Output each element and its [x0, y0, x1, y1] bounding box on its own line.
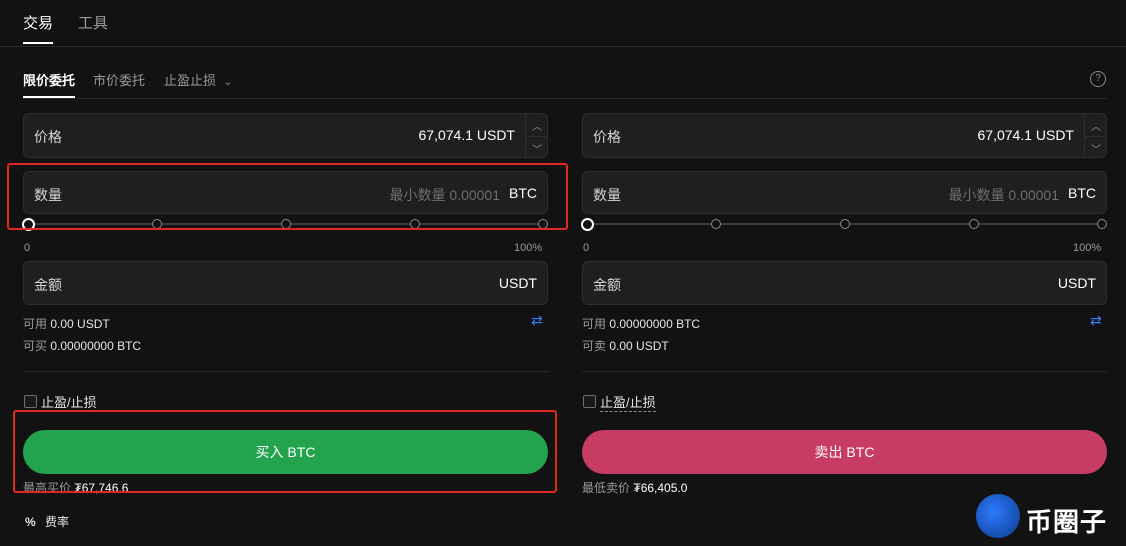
buy-price-unit: USDT	[476, 127, 515, 143]
sell-can-sell-label: 可卖	[582, 339, 607, 353]
sell-price-value: 67,074.1	[977, 127, 1033, 143]
buy-amount-label: 金额	[34, 277, 62, 293]
sell-slider-min: 0	[583, 242, 590, 254]
tab-trade[interactable]: 交易	[23, 12, 53, 33]
sell-best-price: 最低卖价 ₮66,405.0	[582, 479, 687, 496]
buy-price-value: 67,074.1	[418, 127, 474, 143]
sell-amount-label: 金额	[593, 277, 621, 293]
buy-amount-unit: USDT	[498, 275, 537, 291]
chevron-down-icon[interactable]: ﹀	[526, 137, 548, 159]
sell-tpsl-label[interactable]: 止盈/止损	[600, 392, 656, 412]
sell-amount-unit: USDT	[1057, 275, 1096, 291]
sell-best-price-value: ₮66,405.0	[633, 481, 688, 495]
buy-tpsl-label[interactable]: 止盈/止损	[41, 392, 97, 412]
sell-can-sell-value: 0.00 USDT	[609, 339, 669, 353]
sell-available-value: 0.00000000 BTC	[609, 317, 701, 331]
sell-quantity-unit: BTC	[1068, 185, 1096, 201]
buy-slider-min: 0	[24, 242, 31, 254]
sell-can-sell: 可卖 0.00 USDT	[582, 337, 669, 354]
highlight-box-buy	[13, 410, 557, 493]
sell-quantity-placeholder: 最小数量 0.00001	[948, 187, 1060, 203]
chevron-up-icon[interactable]: ︿	[1085, 114, 1107, 137]
sell-amount-field[interactable]: 金额 USDT	[582, 261, 1107, 305]
sell-available: 可用 0.00000000 BTC	[582, 315, 700, 332]
buy-tpsl-checkbox[interactable]	[24, 395, 37, 408]
top-tab-bar	[0, 0, 1126, 47]
buy-can-buy-label: 可买	[23, 339, 48, 353]
sell-divider	[582, 371, 1107, 372]
sell-available-label: 可用	[582, 317, 607, 331]
buy-slider-max: 100%	[514, 242, 543, 254]
fee-rate[interactable]: % 费率	[25, 513, 69, 530]
chevron-down-icon: ⌄	[223, 77, 233, 88]
buy-available-value: 0.00 USDT	[50, 317, 110, 331]
tab-limit-order[interactable]: 限价委托	[23, 70, 75, 89]
tab-trade-underline	[23, 42, 53, 44]
sell-tpsl-checkbox[interactable]	[583, 395, 596, 408]
sub-tab-divider	[23, 98, 1107, 99]
chevron-down-icon[interactable]: ﹀	[1085, 137, 1107, 159]
buy-available: 可用 0.00 USDT	[23, 315, 110, 332]
help-icon[interactable]: ?	[1090, 71, 1106, 87]
buy-price-stepper[interactable]: ︿ ﹀	[525, 114, 548, 159]
sell-price-stepper[interactable]: ︿ ﹀	[1084, 114, 1107, 159]
highlight-box-quantity	[7, 163, 568, 230]
chevron-up-icon[interactable]: ︿	[526, 114, 548, 137]
tab-tools[interactable]: 工具	[78, 12, 108, 33]
percent-icon: %	[25, 515, 36, 529]
tab-tpsl-order[interactable]: 止盈止损 ⌄	[164, 70, 232, 89]
sell-best-price-label: 最低卖价	[582, 481, 631, 495]
sell-button[interactable]: 卖出 BTC	[582, 430, 1107, 474]
buy-can-buy: 可买 0.00000000 BTC	[23, 337, 141, 354]
fee-rate-label: 费率	[45, 515, 70, 529]
watermark-text: 币圈子	[1026, 507, 1108, 537]
sell-quantity-label: 数量	[593, 187, 621, 203]
sell-slider-handle[interactable]	[581, 218, 594, 231]
buy-available-label: 可用	[23, 317, 48, 331]
sell-price-unit: USDT	[1035, 127, 1074, 143]
tab-market-order[interactable]: 市价委托	[93, 70, 145, 89]
watermark-logo-icon	[976, 494, 1020, 538]
sell-price-field[interactable]: 价格 67,074.1 USDT ︿ ﹀	[582, 113, 1107, 158]
buy-price-field[interactable]: 价格 67,074.1 USDT ︿ ﹀	[23, 113, 548, 158]
sell-slider-mark-75[interactable]	[969, 219, 979, 229]
buy-can-buy-value: 0.00000000 BTC	[50, 339, 142, 353]
sell-price-label: 价格	[593, 129, 621, 145]
sell-quantity-field[interactable]: 数量 最小数量 0.00001 BTC	[582, 171, 1107, 214]
sell-slider-mark-25[interactable]	[711, 219, 721, 229]
buy-divider	[23, 371, 548, 372]
swap-icon[interactable]: ⇄	[531, 312, 543, 329]
sell-slider-max: 100%	[1073, 242, 1102, 254]
sell-slider-mark-50[interactable]	[840, 219, 850, 229]
tab-tpsl-label: 止盈止损	[164, 73, 217, 88]
sell-slider-mark-100[interactable]	[1097, 219, 1107, 229]
swap-icon[interactable]: ⇄	[1090, 312, 1102, 329]
buy-amount-field[interactable]: 金额 USDT	[23, 261, 548, 305]
buy-price-label: 价格	[34, 129, 62, 145]
